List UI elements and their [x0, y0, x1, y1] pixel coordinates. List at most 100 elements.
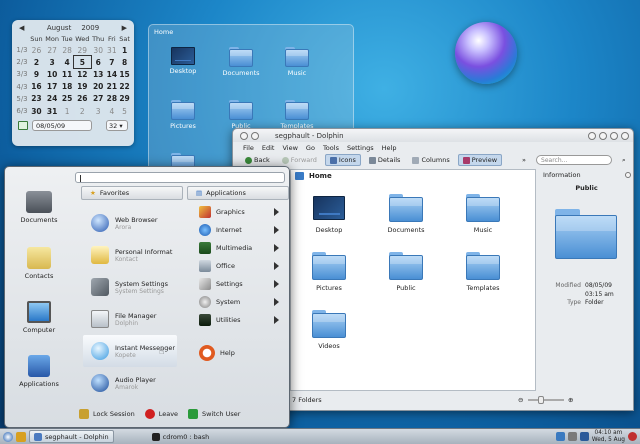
zoom-in-icon[interactable]: ⊕ — [568, 396, 573, 404]
lock-session-button[interactable]: Lock Session — [79, 409, 135, 419]
menu-help[interactable]: Help — [382, 144, 397, 152]
next-month-button[interactable]: ▶ — [122, 24, 127, 32]
calendar-day[interactable]: 4 — [106, 105, 119, 117]
file-view[interactable]: Home Desktop Documents Music Pictures Pu… — [290, 169, 536, 391]
calendar-day[interactable]: 29 — [74, 44, 91, 56]
calendar-day[interactable]: 1 — [118, 44, 131, 56]
zoom-slider[interactable]: ⊖ ⊕ — [518, 396, 578, 404]
menu-file[interactable]: File — [243, 144, 254, 152]
minimize-button[interactable] — [599, 131, 607, 140]
binoculars-icon[interactable]: ⌕ — [622, 156, 626, 165]
calendar-day[interactable]: 13 — [91, 68, 106, 80]
category-utilities[interactable]: Utilities — [195, 311, 285, 329]
calendar-day[interactable]: 2 — [29, 56, 44, 68]
calendar-day[interactable]: 5 — [118, 105, 131, 117]
preview-button[interactable]: Preview — [457, 154, 503, 166]
window-menu-icon[interactable] — [240, 131, 248, 140]
columns-view-button[interactable]: Columns — [408, 155, 453, 165]
folder-view-item[interactable]: Music — [273, 47, 321, 77]
calendar-day[interactable]: 29 — [118, 93, 131, 105]
favorite-file-manager[interactable]: File Manager Dolphin — [83, 303, 177, 335]
folder-view-item[interactable]: Pictures — [159, 100, 207, 130]
file-item[interactable]: Desktop — [299, 196, 359, 234]
folder-view-item[interactable]: Documents — [217, 47, 265, 77]
leave-button[interactable]: Leave — [144, 409, 178, 419]
details-view-button[interactable]: Details — [365, 155, 405, 165]
launcher-search-input[interactable] — [75, 172, 285, 183]
help-item[interactable]: Help — [195, 341, 285, 365]
zoom-out-icon[interactable]: ⊖ — [518, 396, 523, 404]
folder-view-item[interactable]: Public — [217, 100, 265, 130]
favorite-audio-player[interactable]: Audio Player Amarok — [83, 367, 177, 399]
calendar-day[interactable]: 22 — [118, 81, 131, 93]
calendar-day[interactable]: 1 — [60, 105, 73, 117]
window-titlebar[interactable]: segphault - Dolphin — [233, 129, 633, 142]
calendar-day[interactable]: 7 — [106, 56, 119, 68]
search-input[interactable]: Search... — [536, 155, 613, 165]
launcher-documents[interactable]: Documents — [11, 191, 67, 224]
calendar-day[interactable]: 28 — [106, 93, 119, 105]
applications-header[interactable]: ▤ Applications — [187, 186, 289, 200]
favorites-icon[interactable] — [16, 431, 26, 442]
favorite-system-settings[interactable]: System Settings System Settings — [83, 271, 177, 303]
forward-button[interactable]: Forward — [278, 155, 321, 165]
calendar-day[interactable]: 30 — [91, 44, 106, 56]
calendar-day[interactable]: 9 — [29, 68, 44, 80]
calendar-day[interactable]: 23 — [29, 93, 44, 105]
calendar-day[interactable]: 10 — [44, 68, 61, 80]
folder-view-item[interactable]: Desktop — [159, 47, 207, 75]
calendar-day[interactable]: 27 — [44, 44, 61, 56]
calendar-day[interactable]: 3 — [91, 105, 106, 117]
calendar-day[interactable]: 21 — [106, 81, 119, 93]
calendar-icon[interactable] — [18, 121, 28, 131]
file-item[interactable]: Music — [453, 194, 513, 234]
task-dolphin[interactable]: segphault - Dolphin — [29, 430, 114, 443]
pin-icon[interactable] — [251, 131, 259, 140]
calendar-day[interactable]: 19 — [74, 81, 91, 93]
launcher-contacts[interactable]: Contacts — [11, 247, 67, 280]
kde-menu-icon[interactable] — [3, 431, 13, 442]
category-system[interactable]: System — [195, 293, 285, 311]
calendar-day[interactable]: 25 — [60, 93, 73, 105]
calendar-day[interactable]: 26 — [29, 44, 44, 56]
folder-view-item[interactable]: Templates — [273, 100, 321, 130]
calendar-day[interactable]: 31 — [44, 105, 61, 117]
calendar-day[interactable]: 31 — [106, 44, 119, 56]
file-item-selected[interactable]: Public — [376, 252, 436, 292]
glossy-orb-widget[interactable] — [455, 22, 517, 84]
menu-go[interactable]: Go — [306, 144, 315, 152]
breadcrumb[interactable]: Home — [291, 170, 535, 182]
favorite-web-browser[interactable]: Web Browser Arora — [83, 207, 177, 239]
prev-month-button[interactable]: ◀ — [19, 24, 24, 32]
calendar-day[interactable]: 11 — [60, 68, 73, 80]
icons-view-button[interactable]: Icons — [324, 154, 361, 166]
launcher-applications[interactable]: Applications — [11, 355, 67, 388]
file-item[interactable]: Templates — [453, 252, 513, 292]
calendar-day[interactable]: 12 — [74, 68, 91, 80]
calendar-day[interactable]: 17 — [44, 81, 61, 93]
date-field[interactable]: 08/05/09 — [32, 120, 92, 132]
calendar-day[interactable]: 4 — [60, 56, 73, 68]
favorites-header[interactable]: ★ Favorites — [81, 186, 183, 200]
maximize-button[interactable] — [610, 131, 618, 140]
menu-view[interactable]: View — [282, 144, 297, 152]
close-button[interactable] — [621, 131, 629, 140]
calendar-day[interactable]: 24 — [44, 93, 61, 105]
tray-network-icon[interactable] — [555, 432, 565, 441]
calendar-day[interactable]: 2 — [74, 105, 91, 117]
calendar-year[interactable]: 2009 — [81, 24, 99, 32]
calendar-month[interactable]: August — [47, 24, 72, 32]
back-button[interactable]: Back — [241, 155, 274, 165]
menu-tools[interactable]: Tools — [323, 144, 339, 152]
category-internet[interactable]: Internet — [195, 221, 285, 239]
menu-settings[interactable]: Settings — [347, 144, 374, 152]
tray-cashew-icon[interactable] — [628, 432, 637, 441]
help-button[interactable] — [588, 131, 596, 140]
task-terminal[interactable]: cdrom0 : bash — [148, 430, 214, 443]
calendar-day[interactable]: 27 — [91, 93, 106, 105]
calendar-day[interactable]: 28 — [60, 44, 73, 56]
zoom-slider-handle[interactable] — [538, 396, 544, 404]
category-multimedia[interactable]: Multimedia — [195, 239, 285, 257]
breadcrumb-home[interactable]: Home — [309, 172, 332, 180]
calendar-day[interactable]: 15 — [118, 68, 131, 80]
